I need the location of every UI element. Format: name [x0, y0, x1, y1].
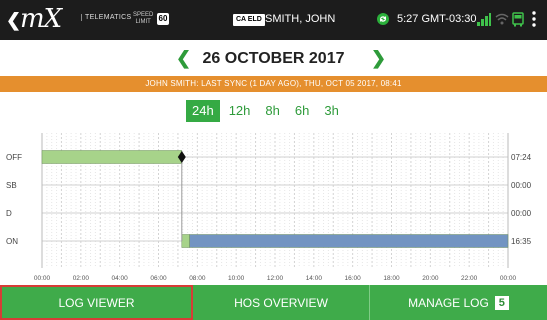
manage-log-label: MANAGE LOG — [408, 295, 489, 310]
menu-icon[interactable] — [531, 11, 537, 32]
driver-name[interactable]: SMITH, JOHN — [265, 13, 335, 25]
manage-log-button[interactable]: MANAGE LOG 5 — [370, 285, 547, 320]
hos-overview-label: HOS OVERVIEW — [234, 295, 328, 310]
duty-status-chart: OFF 07:24 SB 00:00 D 00:00 ON 16:35 00:00 02:00 04… — [0, 128, 547, 283]
log-viewer-button[interactable]: LOG VIEWER — [0, 285, 193, 320]
segment-on-1 — [181, 234, 190, 248]
x-tick-label: 04:00 — [112, 275, 129, 282]
sync-banner: JOHN SMITH: LAST SYNC (1 DAY AGO), THU, … — [0, 76, 547, 92]
chevron-right-icon[interactable]: ❯ — [371, 48, 386, 69]
row-total-d: 00:00 — [511, 209, 532, 218]
speed-label-line2: LIMIT — [135, 19, 151, 25]
row-total-sb: 00:00 — [511, 181, 532, 190]
back-chevron-icon[interactable]: ❮ — [6, 10, 21, 31]
clock: 5:27 GMT-03:30 — [397, 13, 477, 25]
tab-12h[interactable]: 12h — [223, 100, 257, 122]
row-label-off: OFF — [6, 153, 22, 162]
tab-24h[interactable]: 24h — [186, 100, 220, 122]
speed-limit-badge: 60 — [157, 13, 169, 25]
x-tick-label: 18:00 — [383, 275, 400, 282]
x-tick-label: 22:00 — [461, 275, 478, 282]
signal-icon — [477, 13, 491, 31]
bus-icon — [512, 12, 524, 32]
segment-on-2 — [189, 234, 509, 248]
x-tick-label: 00:00 — [34, 275, 51, 282]
duty-status-svg: OFF 07:24 SB 00:00 D 00:00 ON 16:35 00:00 02:00 04… — [6, 133, 532, 282]
mx-logo: mX — [20, 4, 62, 34]
segment-off-0 — [41, 150, 183, 164]
row-total-off: 07:24 — [511, 153, 532, 162]
tab-6h[interactable]: 6h — [289, 100, 315, 122]
x-tick-label: 08:00 — [189, 275, 206, 282]
row-label-sb: SB — [6, 181, 17, 190]
x-tick-label: 10:00 — [228, 275, 245, 282]
region-badge: CA ELD — [233, 14, 265, 26]
row-total-on: 16:35 — [511, 237, 532, 246]
wifi-icon — [495, 12, 509, 31]
tab-3h[interactable]: 3h — [318, 100, 344, 122]
date-title: 26 OCTOBER 2017 — [202, 50, 345, 67]
x-tick-label: 16:00 — [345, 275, 362, 282]
x-tick-label: 20:00 — [422, 275, 439, 282]
x-tick-label: 06:00 — [150, 275, 167, 282]
range-tabs: 24h 12h 8h 6h 3h — [186, 100, 348, 122]
row-label-d: D — [6, 209, 12, 218]
bottom-nav: LOG VIEWER HOS OVERVIEW MANAGE LOG 5 — [0, 285, 547, 320]
x-tick-label: 02:00 — [73, 275, 90, 282]
telematics-label: TELEMATICS — [81, 14, 131, 21]
x-tick-label: 00:00 — [500, 275, 517, 282]
sync-icon[interactable] — [376, 12, 390, 26]
tab-8h[interactable]: 8h — [259, 100, 285, 122]
log-viewer-label: LOG VIEWER — [58, 295, 135, 310]
top-bar: ❮ mX TELEMATICS SPEED LIMIT 60 CA ELD SM… — [0, 0, 547, 40]
x-tick-label: 14:00 — [306, 275, 323, 282]
manage-log-count-badge: 5 — [494, 295, 509, 310]
row-label-on: ON — [6, 237, 18, 246]
speed-label-line1: SPEED — [133, 12, 154, 18]
x-tick-label: 12:00 — [267, 275, 284, 282]
speed-limit-label: SPEED LIMIT — [133, 12, 153, 26]
hos-overview-button[interactable]: HOS OVERVIEW — [193, 285, 370, 320]
